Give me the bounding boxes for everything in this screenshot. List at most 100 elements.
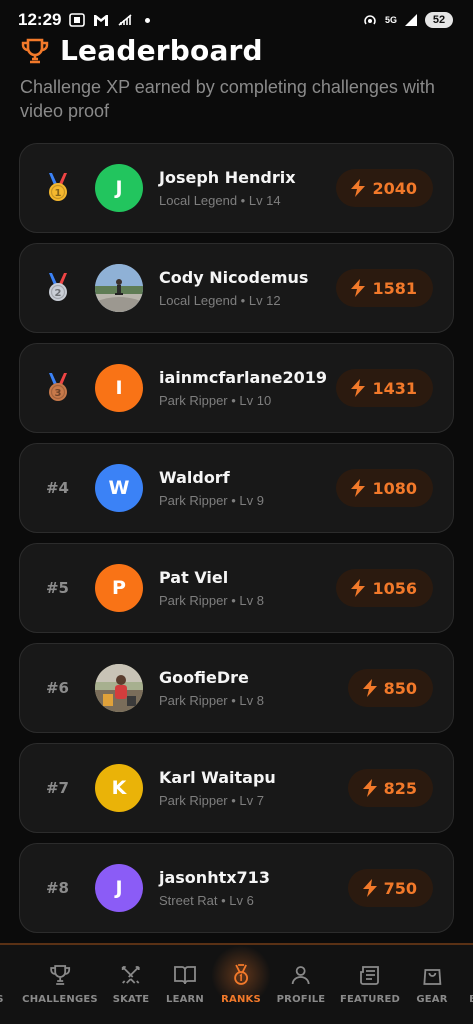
xp-value: 1581 bbox=[372, 278, 417, 298]
lightning-icon bbox=[362, 779, 377, 797]
xp-badge: 750 bbox=[347, 869, 433, 907]
avatar-photo bbox=[95, 264, 143, 312]
xp-badge: 825 bbox=[347, 769, 433, 807]
nav-ranks[interactable]: RANKS bbox=[221, 963, 261, 1005]
rank-number: #7 bbox=[45, 779, 69, 797]
avatar-initial: J bbox=[115, 177, 123, 199]
svg-text:3: 3 bbox=[54, 388, 61, 399]
rank-number: #8 bbox=[45, 879, 69, 897]
partial-icon bbox=[0, 963, 12, 987]
user-icon bbox=[292, 966, 310, 985]
avatar-initial: I bbox=[115, 377, 123, 399]
nav-label: CHALLENGES bbox=[22, 994, 98, 1005]
rank-number: #4 bbox=[45, 479, 69, 497]
xp-value: 750 bbox=[383, 878, 417, 898]
xp-badge: 1056 bbox=[336, 569, 433, 607]
avatar[interactable] bbox=[95, 664, 143, 712]
avatar-initial: P bbox=[112, 577, 126, 599]
avatar-photo bbox=[95, 664, 143, 712]
nav-label: S bbox=[0, 994, 4, 1005]
xp-badge: 2040 bbox=[336, 169, 433, 207]
signal-icon bbox=[405, 14, 417, 26]
nav-label: LEARN bbox=[165, 994, 205, 1005]
rank-indicator: #8 bbox=[20, 879, 95, 897]
lightning-icon bbox=[351, 279, 366, 297]
rank-indicator: 2 bbox=[20, 273, 95, 303]
bronze-medal-icon: 3 bbox=[48, 373, 67, 401]
leaderboard-row[interactable]: 3 Iiainmcfarlane2019 Park Ripper • Lv 10 1… bbox=[19, 343, 454, 433]
nav-label: PROFILE bbox=[276, 994, 326, 1005]
xp-value: 1056 bbox=[372, 578, 417, 598]
leaderboard-row[interactable]: 1 J Joseph Hendrix Local Legend • Lv 14 204… bbox=[19, 143, 454, 233]
rank-indicator: #7 bbox=[20, 779, 95, 797]
xp-value: 1080 bbox=[372, 478, 417, 498]
avatar[interactable]: I bbox=[95, 364, 143, 412]
signal-slash-icon bbox=[118, 14, 132, 26]
xp-badge: 1581 bbox=[336, 269, 433, 307]
leaderboard-row[interactable]: 2 Cody Nicodemus Local Legend • Lv 12 1581 bbox=[19, 243, 454, 333]
hotspot-icon bbox=[364, 15, 376, 25]
leaderboard-list: 1 J Joseph Hendrix Local Legend • Lv 14 204… bbox=[19, 143, 454, 943]
gmail-icon bbox=[94, 15, 109, 26]
battery-badge: 52 bbox=[425, 12, 453, 28]
nav-profile[interactable]: PROFILE bbox=[277, 963, 326, 1005]
nav-learn[interactable]: LEARN bbox=[166, 963, 204, 1005]
leaderboard-row[interactable]: #6 GoofieDre Park Ripper • Lv 8 850 bbox=[19, 643, 454, 733]
notification-dot bbox=[145, 17, 151, 23]
lightning-icon bbox=[351, 379, 366, 397]
avatar[interactable]: J bbox=[95, 864, 143, 912]
status-time: 12:29 bbox=[18, 10, 62, 29]
avatar-initial: J bbox=[115, 877, 123, 899]
page-title: Leaderboard bbox=[60, 34, 263, 67]
leaderboard-row[interactable]: #5 P Pat Viel Park Ripper • Lv 8 1056 bbox=[19, 543, 454, 633]
nav-challenges[interactable]: CHALLENGES bbox=[22, 963, 98, 1005]
book-icon bbox=[174, 966, 196, 985]
nav-label: SKATE bbox=[112, 994, 150, 1005]
avatar[interactable]: P bbox=[95, 564, 143, 612]
svg-text:1: 1 bbox=[54, 188, 61, 199]
page-header: Leaderboard Challenge XP earned by compl… bbox=[20, 34, 460, 123]
avatar[interactable]: J bbox=[95, 164, 143, 212]
nav-label: B bbox=[469, 994, 473, 1005]
avatar-initial: K bbox=[111, 777, 127, 799]
nav-label: GEAR bbox=[416, 994, 448, 1005]
leaderboard-row[interactable]: #7 K Karl Waitapu Park Ripper • Lv 7 825 bbox=[19, 743, 454, 833]
bag-icon bbox=[423, 969, 441, 985]
nav-b[interactable]: B bbox=[461, 963, 473, 1005]
lightning-icon bbox=[351, 179, 366, 197]
swords-icon bbox=[122, 966, 140, 984]
lightning-icon bbox=[351, 579, 366, 597]
svg-text:2: 2 bbox=[54, 288, 61, 299]
nav-featured[interactable]: FEATURED bbox=[340, 963, 400, 1005]
page-subtitle: Challenge XP earned by completing challe… bbox=[20, 77, 435, 121]
gold-medal-icon: 1 bbox=[48, 173, 67, 201]
nav-label: RANKS bbox=[221, 994, 261, 1005]
nav-label: FEATURED bbox=[340, 994, 400, 1005]
avatar[interactable]: K bbox=[95, 764, 143, 812]
leaderboard-row[interactable]: #8 Jjasonhtx713 Street Rat • Lv 6 750 bbox=[19, 843, 454, 933]
avatar[interactable]: W bbox=[95, 464, 143, 512]
silver-medal-icon: 2 bbox=[48, 273, 67, 301]
rank-number: #5 bbox=[45, 579, 69, 597]
rank-number: #6 bbox=[45, 679, 69, 697]
network-type: 5G bbox=[384, 15, 397, 25]
leaderboard-row[interactable]: #4 W Waldorf Park Ripper • Lv 9 1080 bbox=[19, 443, 454, 533]
trophy-icon bbox=[50, 965, 70, 985]
nav-skate[interactable]: SKATE bbox=[113, 963, 150, 1005]
lightning-icon bbox=[362, 679, 377, 697]
nav-gear[interactable]: GEAR bbox=[416, 963, 447, 1005]
partial-icon bbox=[461, 963, 473, 987]
xp-value: 1431 bbox=[372, 378, 417, 398]
nav-s[interactable]: S bbox=[0, 963, 12, 1005]
xp-badge: 1431 bbox=[336, 369, 433, 407]
rank-indicator: 1 bbox=[20, 173, 95, 203]
rank-indicator: 3 bbox=[20, 373, 95, 403]
rank-indicator: #5 bbox=[20, 579, 95, 597]
xp-value: 2040 bbox=[372, 178, 417, 198]
trophy-icon bbox=[21, 38, 49, 63]
xp-value: 825 bbox=[383, 778, 417, 798]
lightning-icon bbox=[351, 479, 366, 497]
bottom-nav: S CHALLENGES SKATE LEARN RANKS PROFILE FEATURE… bbox=[0, 943, 473, 1024]
avatar[interactable] bbox=[95, 264, 143, 312]
rank-indicator: #6 bbox=[20, 679, 95, 697]
